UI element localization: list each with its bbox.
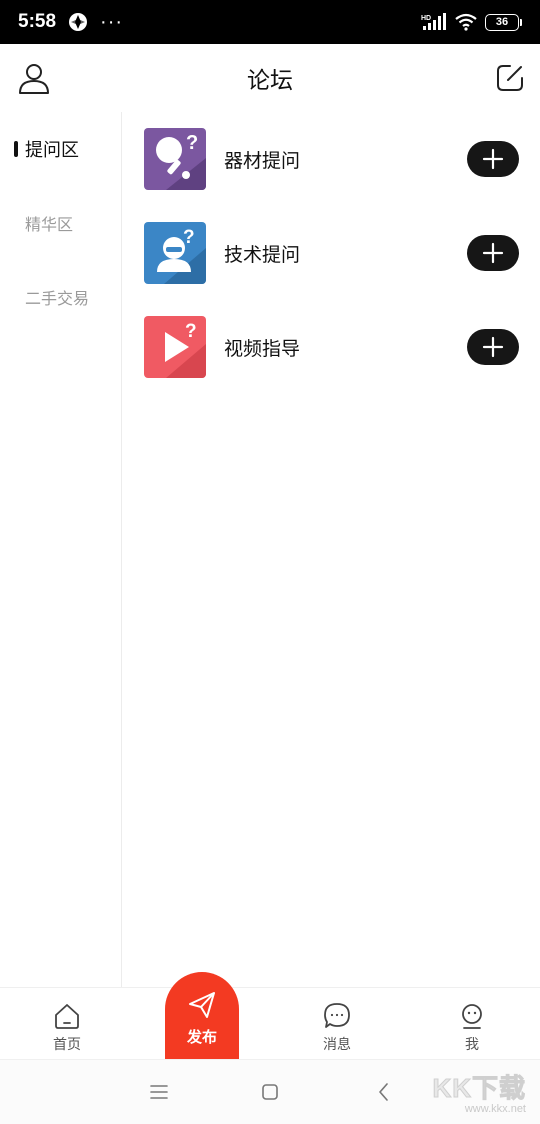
nav-home-label: 首页: [53, 1036, 81, 1052]
back-icon[interactable]: [372, 1080, 396, 1104]
category-label: 视频指导: [224, 338, 301, 360]
add-button[interactable]: [467, 329, 519, 365]
category-row-equipment[interactable]: ? 器材提问: [123, 112, 540, 206]
face-icon: [462, 1004, 482, 1029]
edit-icon[interactable]: [496, 64, 524, 92]
category-row-technique[interactable]: ? 技术提问: [123, 206, 540, 300]
svg-text:?: ?: [185, 321, 197, 342]
svg-text:?: ?: [183, 227, 195, 248]
bottom-nav: 首页 发布 消息 我: [0, 972, 540, 1060]
nav-messages-label: 消息: [323, 1036, 351, 1052]
sidebar-item-featured[interactable]: 精华区: [0, 186, 121, 260]
wifi-icon: [455, 13, 477, 31]
add-button[interactable]: [467, 235, 519, 271]
plus-icon: [482, 336, 504, 358]
paper-plane-icon: [189, 992, 215, 1018]
system-nav-bar: KK下载 www.kkx.net: [0, 1059, 540, 1124]
publish-label: 发布: [186, 1029, 217, 1046]
status-more-icon: ···: [100, 10, 124, 33]
network-type-label: HD: [421, 15, 431, 22]
nav-home[interactable]: 首页: [27, 988, 107, 1060]
sidebar-item-label: 提问区: [25, 140, 79, 160]
category-list: ? 器材提问 ? 技术提问 ? 视频指导: [123, 112, 540, 987]
plus-icon: [482, 242, 504, 264]
add-button[interactable]: [467, 141, 519, 177]
app-header: 论坛: [0, 44, 540, 112]
sidebar-item-label: 精华区: [25, 217, 74, 234]
person-question-icon: ?: [144, 222, 206, 284]
plus-icon: [482, 148, 504, 170]
nav-messages[interactable]: 消息: [297, 988, 377, 1060]
watermark: KK下载 www.kkx.net: [432, 1068, 526, 1116]
category-row-video[interactable]: ? 视频指导: [123, 300, 540, 394]
battery-level: 36: [485, 13, 519, 31]
category-label: 器材提问: [224, 150, 301, 172]
svg-text:?: ?: [186, 132, 198, 154]
status-time: 5:58: [18, 11, 57, 32]
status-bar: 5:58 ··· HD 36: [0, 0, 540, 44]
nav-me-label: 我: [465, 1036, 479, 1052]
category-label: 技术提问: [224, 244, 301, 266]
home-icon: [55, 1004, 79, 1029]
nav-me[interactable]: 我: [432, 988, 512, 1060]
app-notification-icon: [69, 13, 88, 31]
system-home-icon[interactable]: [258, 1080, 282, 1104]
page-title: 论坛: [247, 67, 293, 93]
user-icon[interactable]: [18, 62, 50, 94]
publish-button[interactable]: 发布: [165, 972, 239, 1060]
sidebar-item-label: 二手交易: [25, 291, 90, 308]
play-question-icon: ?: [144, 316, 206, 378]
paddle-question-icon: ?: [144, 128, 206, 190]
message-icon: [324, 1003, 350, 1028]
watermark-logo: KK下载: [432, 1073, 526, 1104]
sidebar-item-secondhand[interactable]: 二手交易: [0, 260, 121, 334]
battery-icon: 36: [485, 13, 522, 31]
sidebar-item-questions[interactable]: 提问区: [0, 112, 121, 186]
menu-icon[interactable]: [147, 1080, 171, 1104]
signal-icon: HD: [421, 13, 446, 30]
forum-sidebar: 提问区 精华区 二手交易: [0, 112, 122, 987]
status-right-group: HD 36: [421, 13, 522, 31]
